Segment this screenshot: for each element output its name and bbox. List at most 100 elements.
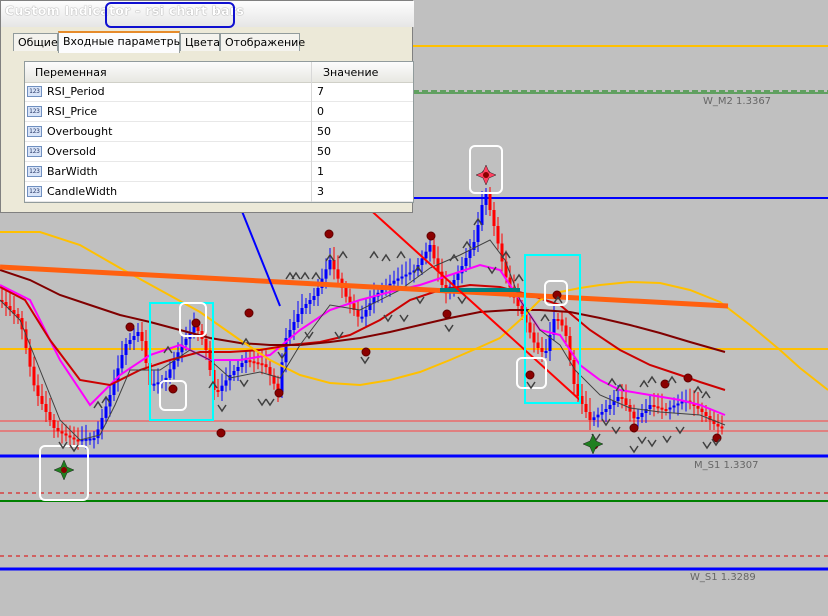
down-arrow-icon [662, 435, 672, 444]
level-label-w-s1: W_S1 1.3289 [690, 572, 756, 583]
signal-dot [683, 373, 693, 383]
table-row[interactable]: 123 Oversold 50 [25, 142, 413, 162]
price-bar-body [36, 385, 40, 396]
tab-display[interactable]: Отображение [220, 33, 305, 51]
price-bar-body [312, 296, 316, 300]
price-bar-body [720, 426, 724, 429]
price-bar-body [660, 407, 664, 410]
price-bar-body [60, 431, 64, 434]
param-value[interactable]: 7 [317, 85, 324, 98]
price-bar-body [68, 435, 72, 438]
price-bar-body [324, 269, 328, 279]
param-value[interactable]: 1 [317, 165, 324, 178]
column-header-value[interactable]: Значение [323, 66, 378, 79]
price-bar-body [600, 412, 604, 415]
price-bar-body [224, 380, 228, 386]
table-row[interactable]: 123 CandleWidth 3 [25, 182, 413, 202]
price-bar-body [172, 360, 176, 370]
tab-general[interactable]: Общие [13, 33, 58, 51]
up-arrow-icon [369, 250, 379, 259]
price-bar-body [136, 332, 140, 336]
price-bar-body [308, 300, 312, 304]
down-arrow-icon [360, 356, 370, 365]
signal-dot [191, 318, 201, 328]
param-name: CandleWidth [47, 185, 118, 198]
signal-dot [168, 384, 178, 394]
price-bar-body [48, 412, 52, 420]
down-arrow-icon [629, 445, 639, 454]
down-arrow-icon [399, 314, 409, 323]
price-bar-body [120, 355, 124, 369]
price-bar-body [572, 360, 576, 384]
price-bar-body [664, 409, 668, 411]
price-bar-body [624, 398, 628, 405]
price-bar-body [408, 272, 412, 275]
param-value[interactable]: 50 [317, 125, 331, 138]
table-row[interactable]: 123 Overbought 50 [25, 122, 413, 142]
price-bar-body [220, 385, 224, 391]
price-bar-body [132, 336, 136, 340]
price-bar-body [56, 428, 60, 432]
price-bar-body [668, 407, 672, 410]
price-bar-body [632, 411, 636, 419]
param-value[interactable]: 0 [317, 105, 324, 118]
price-bar-body [404, 274, 408, 277]
signal-dot [125, 322, 135, 332]
indicator-properties-dialog: Custom Indicator - rsi chart bars Общие … [0, 0, 414, 213]
price-bar-body [360, 316, 364, 319]
price-bar-body [620, 397, 624, 399]
signal-dot [244, 308, 254, 318]
param-value[interactable]: 50 [317, 145, 331, 158]
title-annotation-box [105, 2, 235, 28]
table-row[interactable]: 123 BarWidth 1 [25, 162, 413, 182]
down-arrow-icon [383, 314, 393, 323]
integer-type-icon: 123 [27, 166, 42, 177]
price-bar-body [268, 367, 272, 376]
signal-dot [274, 388, 284, 398]
price-bar-body [300, 308, 304, 314]
price-bar-body [292, 322, 296, 330]
signal-dot [660, 379, 670, 389]
price-bar-body [356, 310, 360, 317]
table-row[interactable]: 123 RSI_Period 7 [25, 82, 413, 102]
price-bar-body [556, 319, 560, 321]
up-arrow-icon [647, 375, 657, 384]
up-arrow-icon [607, 377, 617, 386]
price-bar-body [616, 397, 620, 401]
up-arrow-icon [540, 313, 550, 322]
price-bar-body [564, 325, 568, 336]
price-bar-body [128, 340, 132, 344]
price-bar-body [476, 225, 480, 242]
price-bar-body [204, 339, 208, 350]
price-bar-body [344, 288, 348, 297]
tab-input-parameters[interactable]: Входные параметры [58, 31, 182, 53]
signal-dot [442, 309, 452, 319]
up-arrow-icon [381, 253, 391, 262]
param-value[interactable]: 3 [317, 185, 324, 198]
column-divider[interactable] [311, 62, 312, 202]
price-bar-body [316, 288, 320, 296]
column-header-variable[interactable]: Переменная [35, 66, 107, 79]
price-bar-body [72, 437, 76, 440]
price-bar-body [536, 342, 540, 348]
down-arrow-icon [444, 324, 454, 333]
down-arrow-icon [239, 379, 249, 388]
up-arrow-icon [667, 375, 677, 384]
price-bar-body [328, 260, 332, 270]
down-arrow-icon [702, 441, 712, 450]
price-bar-body [468, 250, 472, 258]
down-arrow-icon [415, 296, 425, 305]
signal-dot [525, 370, 535, 380]
table-row[interactable]: 123 RSI_Price 0 [25, 102, 413, 122]
price-bar-body [140, 332, 144, 341]
price-bar-body [52, 420, 56, 428]
price-bar-body [488, 194, 492, 210]
price-bar-body [304, 304, 308, 308]
up-arrow-icon [93, 400, 103, 409]
price-bar-body [32, 366, 36, 386]
price-bar-body [28, 348, 32, 367]
tab-colors[interactable]: Цвета [180, 33, 220, 51]
price-bar-body [232, 371, 236, 375]
down-arrow-icon [217, 404, 227, 413]
price-bar-body [648, 405, 652, 409]
